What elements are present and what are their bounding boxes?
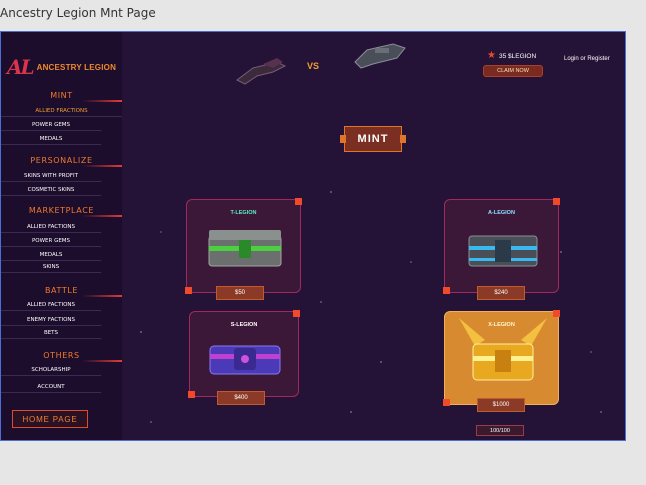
sidebar-item-scholarship[interactable]: SCHOLARSHIP: [1, 367, 101, 376]
sidebar-item-market-medals[interactable]: MEDALS: [1, 252, 101, 261]
sidebar-item-market-power-gems[interactable]: POWER GEMS: [1, 238, 101, 247]
section-personalize: PERSONALIZE: [1, 156, 122, 167]
card-name: A-LEGION: [488, 210, 515, 216]
left-ship-image: [236, 58, 287, 85]
x-legion-chest-image: [459, 318, 547, 381]
sidebar-item-cosmetic-skins[interactable]: COSMETIC SKINS: [1, 187, 101, 196]
card-x-legion[interactable]: X-LEGION: [443, 310, 560, 406]
home-page-button[interactable]: HOME PAGE: [12, 410, 88, 428]
section-others: OTHERS: [1, 351, 122, 362]
sidebar-item-battle-enemy-factions[interactable]: ENEMY FACTIONS: [1, 317, 101, 326]
price-tag: $50: [216, 286, 264, 300]
sidebar-item-mint-allied-fractions[interactable]: ALLIED FRACTIONS: [1, 108, 122, 117]
legion-balance-text: 35 $LEGION: [498, 52, 537, 60]
sidebar: AL ANCESTRY LEGION MINT ALLIED FRACTIONS…: [1, 32, 122, 440]
card-s-legion[interactable]: S-LEGION: [188, 310, 300, 398]
vs-label: VS: [307, 61, 320, 71]
card-corner-decoration: [188, 391, 195, 398]
sidebar-item-battle-bets[interactable]: BETS: [1, 330, 101, 339]
sidebar-item-mint-power-gems[interactable]: POWER GEMS: [1, 122, 101, 131]
card-corner-decoration: [443, 287, 450, 294]
sidebar-item-mint-medals[interactable]: MEDALS: [1, 136, 101, 145]
sidebar-item-skins-with-profit[interactable]: SKINS WITH PROFIT: [1, 173, 101, 182]
card-a-legion[interactable]: A-LEGION: [443, 198, 560, 294]
section-mint: MINT: [1, 91, 122, 102]
s-legion-chest-image: [209, 345, 281, 375]
star-icon: ★: [487, 50, 496, 61]
card-corner-decoration: [553, 198, 560, 205]
card-corner-decoration: [185, 287, 192, 294]
sidebar-item-battle-allied-factions[interactable]: ALLIED FACTIONS: [1, 302, 101, 311]
section-marketplace: MARKETPLACE: [1, 206, 122, 217]
card-corner-decoration: [443, 399, 450, 406]
t-legion-chest-image: [208, 230, 282, 267]
sidebar-item-market-skins[interactable]: SKINS: [1, 264, 101, 273]
price-tag: $400: [217, 391, 265, 405]
logo[interactable]: AL ANCESTRY LEGION: [7, 54, 119, 80]
card-corner-decoration: [293, 310, 300, 317]
sidebar-item-account[interactable]: ACCOUNT: [1, 384, 101, 393]
x-legion-count: 100/100: [476, 425, 524, 436]
sidebar-item-market-allied-factions[interactable]: ALLIED FACTIONS: [1, 224, 101, 233]
section-battle: BATTLE: [1, 286, 122, 297]
a-legion-chest-image: [468, 235, 538, 267]
logo-text: ANCESTRY LEGION: [36, 62, 117, 72]
card-corner-decoration: [295, 198, 302, 205]
window-title: Ancestry Legion Mnt Page: [0, 6, 156, 20]
legion-balance: ★ 35 $LEGION: [487, 51, 536, 61]
mint-banner: MINT: [340, 126, 406, 152]
app-frame: AL ANCESTRY LEGION MINT ALLIED FRACTIONS…: [0, 31, 626, 441]
price-tag: $240: [477, 286, 525, 300]
card-name: T-LEGION: [230, 210, 257, 216]
card-name: S-LEGION: [230, 322, 258, 328]
login-register-link[interactable]: Login or Register: [564, 56, 610, 62]
logo-mark: AL: [7, 55, 35, 79]
claim-now-button[interactable]: CLAIM NOW: [483, 65, 543, 77]
price-tag: $1000: [477, 398, 525, 412]
card-t-legion[interactable]: T-LEGION: [185, 198, 302, 294]
card-corner-decoration: [553, 310, 560, 317]
right-ship-image: [354, 43, 406, 69]
